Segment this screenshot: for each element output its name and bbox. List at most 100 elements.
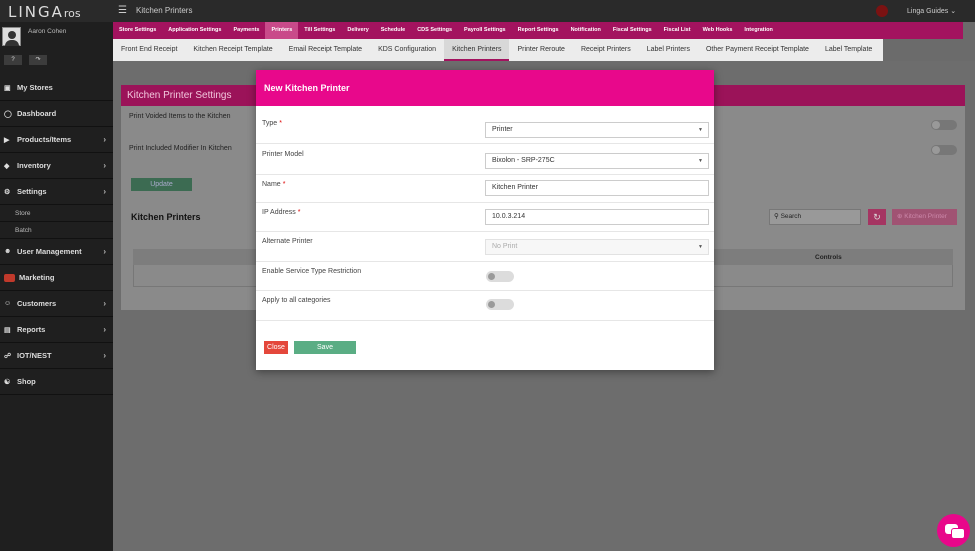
sidebar-item-products[interactable]: ▶ Products/Items ›: [0, 127, 113, 153]
service-type-toggle[interactable]: [486, 271, 514, 282]
printer-model-select[interactable]: Bixolon - SRP-275C ▼: [485, 153, 709, 169]
sidebar-subitem-label: Batch: [15, 226, 32, 234]
tab-kitchen-receipt-template[interactable]: Kitchen Receipt Template: [185, 39, 280, 61]
store-icon: ▣: [4, 84, 11, 92]
guides-dropdown[interactable]: Linga Guides ⌄: [907, 7, 956, 15]
reports-icon: ▤: [4, 326, 11, 334]
tab-report-settings[interactable]: Report Settings: [512, 22, 565, 39]
user-name: Aaron Cohen: [28, 28, 67, 35]
sidebar-item-iot-nest[interactable]: ☍ IOT/NEST ›: [0, 343, 113, 369]
tab-fiscal-list[interactable]: Fiscal List: [658, 22, 697, 39]
avatar[interactable]: [2, 27, 21, 46]
chevron-right-icon: ›: [103, 325, 106, 334]
tab-payroll-settings[interactable]: Payroll Settings: [458, 22, 512, 39]
sidebar-item-reports[interactable]: ▤ Reports ›: [0, 317, 113, 343]
alternate-printer-select[interactable]: No Print ▼: [485, 239, 709, 255]
tab-cds-settings[interactable]: CDS Settings: [411, 22, 458, 39]
refresh-icon: ↻: [873, 212, 881, 222]
add-kitchen-printer-label: Kitchen Printer: [904, 213, 947, 220]
logout-button[interactable]: ↷: [29, 55, 47, 65]
tab-store-settings[interactable]: Store Settings: [113, 22, 162, 39]
sidebar-item-label: Products/Items: [17, 135, 72, 144]
print-modifier-toggle[interactable]: [931, 145, 957, 155]
sidebar-item-label: Settings: [17, 187, 47, 196]
tab-kitchen-printers[interactable]: Kitchen Printers: [444, 39, 510, 61]
search-icon: ⚲: [774, 213, 779, 220]
tab-schedule[interactable]: Schedule: [375, 22, 411, 39]
printer-model-value: Bixolon - SRP-275C: [492, 157, 555, 164]
caret-down-icon: ▼: [698, 244, 703, 250]
refresh-button[interactable]: ↻: [868, 209, 886, 225]
help-button[interactable]: ?: [4, 55, 22, 65]
inventory-icon: ◆: [4, 162, 10, 170]
ip-address-input[interactable]: 10.0.3.214: [485, 209, 709, 225]
setting-print-voided-label: Print Voided Items to the Kitchen: [129, 113, 231, 120]
sidebar-item-marketing[interactable]: Marketing: [0, 265, 113, 291]
search-input[interactable]: ⚲ Search: [769, 209, 861, 225]
form-row-printer-model: Printer Model Bixolon - SRP-275C ▼: [256, 144, 714, 175]
hamburger-menu-icon[interactable]: ☰: [118, 5, 127, 16]
tab-payments[interactable]: Payments: [227, 22, 265, 39]
kitchen-printers-section-title: Kitchen Printers: [131, 212, 201, 222]
name-input[interactable]: Kitchen Printer: [485, 180, 709, 196]
chevron-right-icon: ›: [103, 161, 106, 170]
tab-label-printers[interactable]: Label Printers: [639, 39, 698, 61]
sidebar-item-label: Reports: [17, 325, 46, 334]
tab-printers[interactable]: Printers: [265, 22, 299, 39]
sidebar-item-settings[interactable]: ⚙ Settings ›: [0, 179, 113, 205]
sidebar-item-inventory[interactable]: ◆ Inventory ›: [0, 153, 113, 179]
save-button[interactable]: Save: [294, 341, 356, 354]
alternate-printer-value: No Print: [492, 243, 518, 250]
sidebar-item-label: IOT/NEST: [17, 351, 52, 360]
sidebar-item-label: Marketing: [19, 273, 55, 282]
chevron-right-icon: ›: [103, 135, 106, 144]
tab-email-receipt-template[interactable]: Email Receipt Template: [281, 39, 370, 61]
ip-address-label: IP Address *: [262, 209, 300, 216]
column-controls: Controls: [815, 254, 842, 261]
tab-integration[interactable]: Integration: [738, 22, 778, 39]
iot-icon: ☍: [4, 352, 12, 360]
tab-notification[interactable]: Notification: [565, 22, 607, 39]
tab-kds-configuration[interactable]: KDS Configuration: [370, 39, 444, 61]
chat-icon[interactable]: [937, 514, 970, 547]
tab-fiscal-settings[interactable]: Fiscal Settings: [607, 22, 658, 39]
sidebar-item-customers[interactable]: ☺ Customers ›: [0, 291, 113, 317]
tab-label-template[interactable]: Label Template: [817, 39, 880, 61]
form-row-ip-address: IP Address * 10.0.3.214: [256, 203, 714, 232]
tab-receipt-printers[interactable]: Receipt Printers: [573, 39, 639, 61]
required-marker: *: [282, 181, 286, 188]
sidebar-subitem-batch[interactable]: Batch: [0, 222, 113, 239]
sidebar-item-shop[interactable]: ☯ Shop: [0, 369, 113, 395]
name-label-text: Name: [262, 181, 281, 188]
tab-delivery[interactable]: Delivery: [341, 22, 374, 39]
sidebar-item-my-stores[interactable]: ▣ My Stores: [0, 75, 113, 101]
tab-front-end-receipt[interactable]: Front End Receipt: [113, 39, 185, 61]
chevron-right-icon: ›: [103, 247, 106, 256]
top-bar: LINGAros ☰ Kitchen Printers Linga Guides…: [0, 0, 975, 22]
close-button[interactable]: Close: [264, 341, 288, 354]
tab-printer-reroute[interactable]: Printer Reroute: [509, 39, 572, 61]
tab-other-payment-receipt-template[interactable]: Other Payment Receipt Template: [698, 39, 817, 61]
tab-application-settings[interactable]: Application Settings: [162, 22, 227, 39]
logo-sub: ros: [63, 7, 81, 20]
caret-down-icon: ▼: [698, 158, 703, 164]
sidebar-item-user-management[interactable]: ☻ User Management ›: [0, 239, 113, 265]
tab-web-hooks[interactable]: Web Hooks: [697, 22, 739, 39]
sidebar-item-label: Shop: [17, 377, 36, 386]
app-logo[interactable]: LINGAros: [8, 3, 81, 21]
sidebar-item-dashboard[interactable]: ◯ Dashboard: [0, 101, 113, 127]
notification-icon[interactable]: [876, 5, 888, 17]
type-select[interactable]: Printer ▼: [485, 122, 709, 138]
form-row-type: Type * Printer ▼: [256, 106, 714, 144]
tab-till-settings[interactable]: Till Settings: [298, 22, 341, 39]
printer-model-label: Printer Model: [262, 151, 304, 158]
apply-categories-toggle[interactable]: [486, 299, 514, 310]
page-title: Kitchen Printers: [136, 6, 193, 15]
print-voided-toggle[interactable]: [931, 120, 957, 130]
sidebar-subitem-store[interactable]: Store: [0, 205, 113, 222]
add-kitchen-printer-button[interactable]: ⊕ Kitchen Printer: [892, 209, 957, 225]
sidebar: Aaron Cohen ? ↷ ▣ My Stores ◯ Dashboard …: [0, 22, 113, 551]
update-button[interactable]: Update: [131, 178, 192, 191]
caret-down-icon: ▼: [698, 127, 703, 133]
sidebar-item-label: Dashboard: [17, 109, 57, 118]
